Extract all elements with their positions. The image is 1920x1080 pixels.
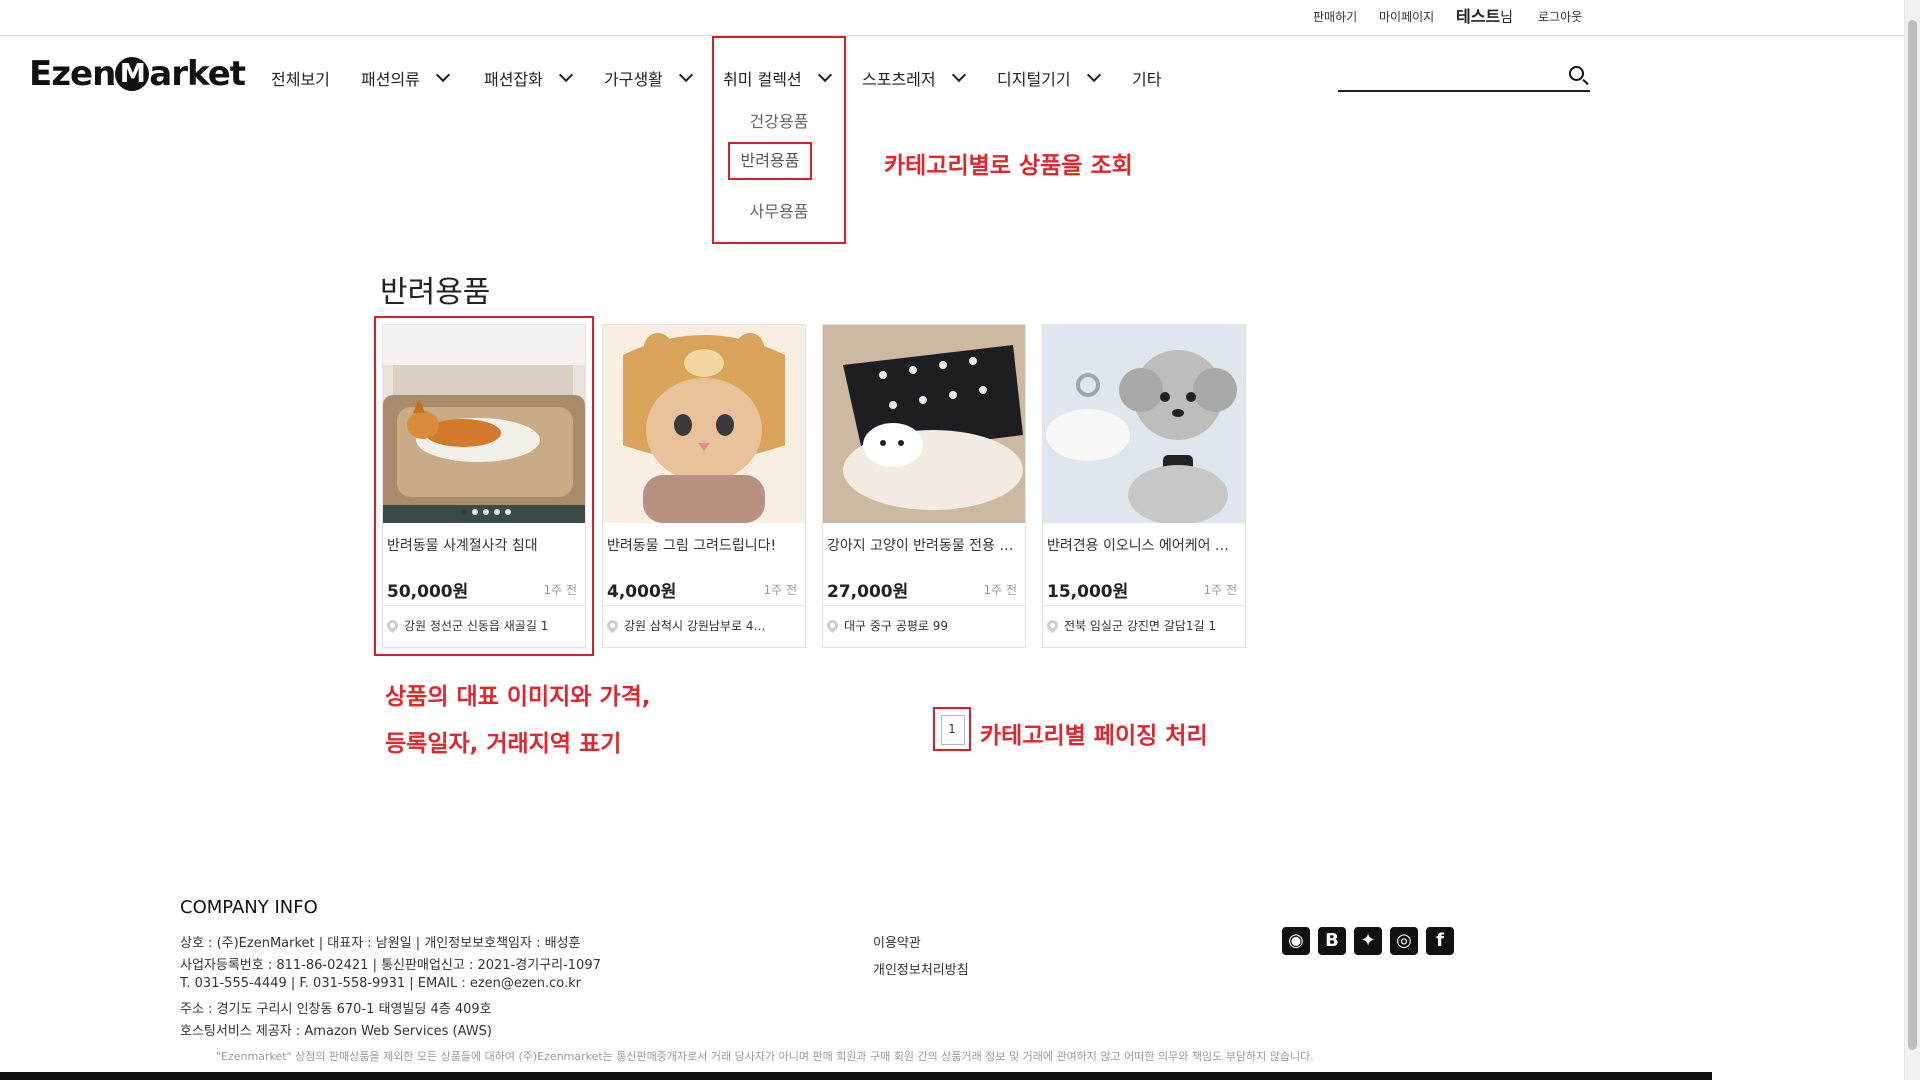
nav-all[interactable]: 전체보기 xyxy=(271,66,330,90)
product-date: 1주 전 xyxy=(763,583,797,597)
nav-label: 기타 xyxy=(1132,70,1162,89)
chevron-down-icon xyxy=(1086,67,1101,83)
card-divider xyxy=(1043,605,1245,606)
site-logo[interactable]: Ezen Market xyxy=(29,54,246,94)
twitter-icon[interactable]: ✦ xyxy=(1354,927,1382,955)
product-image-cat-drawing xyxy=(603,325,805,523)
footer-address-line: 주소 : 경기도 구리시 인창동 670-1 태영빌딩 4층 409호 xyxy=(180,1002,492,1017)
annotation-card-info-2: 등록일자, 거래지역 표기 xyxy=(385,731,622,757)
user-greeting: 테스트님 xyxy=(1456,3,1513,27)
nav-all-label: 전체보기 xyxy=(271,70,330,89)
chevron-down-icon xyxy=(435,67,450,83)
product-price: 50,000원 xyxy=(387,582,469,602)
product-date: 1주 전 xyxy=(983,583,1017,597)
page-number: 1 xyxy=(948,722,956,736)
product-image-dog-on-bed xyxy=(383,325,585,523)
annotation-card-info-1: 상품의 대표 이미지와 가격, xyxy=(385,684,651,710)
product-date: 1주 전 xyxy=(543,583,577,597)
page-scrollbar[interactable] xyxy=(1904,0,1920,1080)
product-price: 27,000원 xyxy=(827,582,909,602)
footer-company-line: 상호 : (주)EzenMarket | 대표자 : 남원일 | 개인정보보호책… xyxy=(180,936,581,951)
product-location: 전북 임실군 강진면 갈담1길 1 xyxy=(1047,617,1241,634)
nav-label: 스포츠레저 xyxy=(862,70,936,89)
mypage-link[interactable]: 마이페이지 xyxy=(1379,8,1434,25)
product-price: 15,000원 xyxy=(1047,582,1129,602)
footer-business-line: 사업자등록번호 : 811-86-02421 | 통신판매업신고 : 2021-… xyxy=(180,958,601,973)
product-date: 1주 전 xyxy=(1203,583,1237,597)
annotation-paging: 카테고리별 페이징 처리 xyxy=(980,723,1208,749)
facebook-icon[interactable]: f xyxy=(1426,927,1454,955)
product-location: 강원 정선군 신동읍 새골길 1 xyxy=(387,617,581,634)
hobby-dropdown-menu: 건강용품 반려용품 사무용품 xyxy=(712,36,846,244)
nav-label: 디지털기기 xyxy=(997,70,1071,89)
user-name: 테스트 xyxy=(1456,7,1501,26)
product-card[interactable]: 강아지 고양이 반려동물 전용 … 27,000원 1주 전 대구 중구 공평로… xyxy=(822,324,1026,648)
nav-fashion-clothing[interactable]: 패션의류 xyxy=(361,66,450,90)
search-input[interactable] xyxy=(1338,62,1558,88)
nav-digital[interactable]: 디지털기기 xyxy=(997,66,1101,90)
location-pin-icon xyxy=(387,617,401,634)
dropdown-item-health[interactable]: 건강용품 xyxy=(714,108,844,132)
location-pin-icon xyxy=(1047,617,1061,634)
product-card[interactable]: 반려동물 그림 그려드립니다! 4,000원 1주 전 강원 삼척시 강원남부로… xyxy=(602,324,806,648)
product-location: 강원 삼척시 강원남부로 4… xyxy=(607,617,801,634)
location-text: 강원 정선군 신동읍 새골길 1 xyxy=(404,619,549,633)
footer-contact-line: T. 031-555-4449 | F. 031-558-9931 | EMAI… xyxy=(180,976,581,991)
image-carousel-dots[interactable] xyxy=(461,509,511,515)
search-icon[interactable] xyxy=(1569,66,1584,81)
card-divider xyxy=(383,605,585,606)
logo-mark-icon: M xyxy=(115,57,150,91)
product-image-pet-blanket xyxy=(823,325,1025,523)
scrollbar-thumb[interactable] xyxy=(1908,20,1917,1050)
privacy-link[interactable]: 개인정보처리방침 xyxy=(873,959,969,978)
logout-link[interactable]: 로그아웃 xyxy=(1538,8,1582,25)
category-title: 반려용품 xyxy=(380,275,491,310)
location-pin-icon xyxy=(827,617,841,634)
top-utility-bar: 판매하기 마이페이지 테스트님 로그아웃 xyxy=(0,0,1920,36)
pagination-page-1[interactable]: 1 xyxy=(933,707,971,751)
chevron-down-icon xyxy=(558,67,573,83)
nav-label: 패션잡화 xyxy=(484,70,543,89)
product-price: 4,000원 xyxy=(607,582,677,602)
product-title: 반려동물 그림 그려드립니다! xyxy=(607,538,777,554)
product-title: 강아지 고양이 반려동물 전용 … xyxy=(827,538,1014,554)
nav-fashion-goods[interactable]: 패션잡화 xyxy=(484,66,573,90)
location-text: 전북 임실군 강진면 갈담1길 1 xyxy=(1064,619,1216,633)
footer-disclaimer: "Ezenmarket" 상점의 판매상품을 제외한 모든 상품들에 대하여 (… xyxy=(216,1050,1314,1063)
search-box xyxy=(1338,62,1590,92)
logo-text-left: Ezen xyxy=(29,54,116,94)
nav-label: 패션의류 xyxy=(361,70,420,89)
dropdown-item-pet[interactable]: 반려용품 xyxy=(728,142,812,180)
product-card[interactable]: 반려동물 사계절사각 침대 50,000원 1주 전 강원 정선군 신동읍 새골… xyxy=(374,316,594,656)
sell-link[interactable]: 판매하기 xyxy=(1313,8,1357,25)
user-suffix: 님 xyxy=(1500,10,1514,26)
nav-etc[interactable]: 기타 xyxy=(1132,66,1161,90)
product-location: 대구 중구 공평로 99 xyxy=(827,617,1021,634)
location-text: 대구 중구 공평로 99 xyxy=(844,619,948,633)
location-text: 강원 삼척시 강원남부로 4… xyxy=(624,619,766,633)
company-info-title: COMPANY INFO xyxy=(180,897,318,918)
dropdown-item-office[interactable]: 사무용품 xyxy=(714,198,844,222)
product-title: 반려견용 이오니스 에어케어 … xyxy=(1047,538,1229,554)
nav-sports[interactable]: 스포츠레저 xyxy=(862,66,966,90)
location-pin-icon xyxy=(607,617,621,634)
footer-hosting-line: 호스팅서비스 제공자 : Amazon Web Services (AWS) xyxy=(180,1024,492,1039)
logo-text-right: arket xyxy=(149,54,246,94)
nav-label: 가구생활 xyxy=(604,70,663,89)
instagram-icon[interactable]: ◎ xyxy=(1390,927,1418,955)
annotation-category-view: 카테고리별로 상품을 조회 xyxy=(884,153,1133,179)
chevron-down-icon xyxy=(951,67,966,83)
chevron-down-icon xyxy=(678,67,693,83)
github-icon[interactable]: ◉ xyxy=(1282,927,1310,955)
terms-link[interactable]: 이용약관 xyxy=(873,932,921,951)
footer-bottom-bar xyxy=(0,1072,1712,1080)
product-image-poodle-device xyxy=(1043,325,1245,523)
product-card[interactable]: 반려견용 이오니스 에어케어 … 15,000원 1주 전 전북 임실군 강진면… xyxy=(1042,324,1246,648)
product-title: 반려동물 사계절사각 침대 xyxy=(387,538,538,554)
blogger-icon[interactable]: B xyxy=(1318,927,1346,955)
card-divider xyxy=(823,605,1025,606)
card-divider xyxy=(603,605,805,606)
nav-furniture[interactable]: 가구생활 xyxy=(604,66,693,90)
